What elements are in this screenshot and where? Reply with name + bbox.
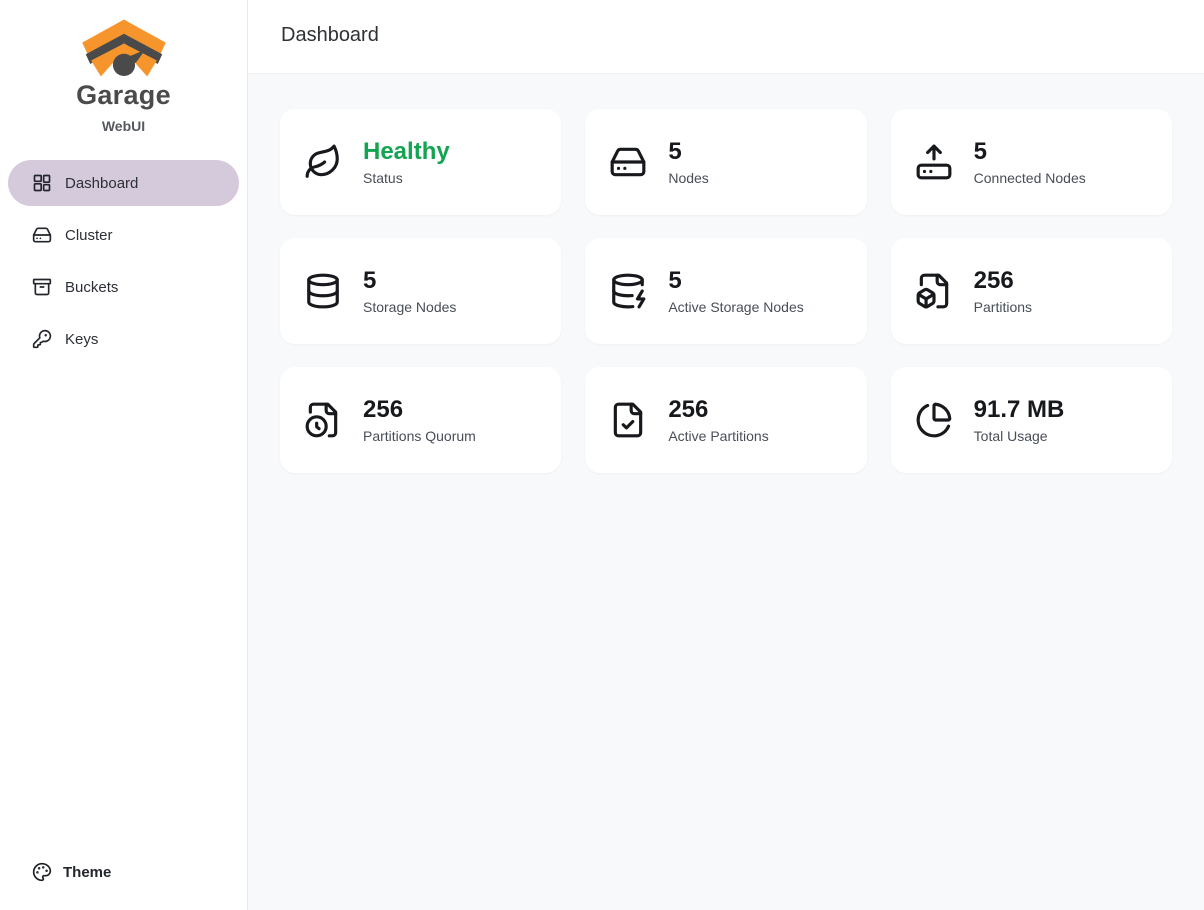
- stat-card-partitions-quorum: 256 Partitions Quorum: [280, 367, 561, 473]
- stat-value: 5: [668, 267, 803, 295]
- stat-value: 256: [668, 396, 768, 424]
- stat-label: Partitions: [974, 299, 1032, 315]
- stat-card-storage-nodes: 5 Storage Nodes: [280, 238, 561, 344]
- sidebar-item-keys[interactable]: Keys: [8, 316, 239, 362]
- main-area: Dashboard Healthy Status: [248, 0, 1204, 910]
- brand-title: Garage: [8, 80, 239, 111]
- archive-icon: [32, 277, 52, 297]
- stat-card-nodes: 5 Nodes: [585, 109, 866, 215]
- stats-grid: Healthy Status 5 Nodes: [280, 109, 1172, 473]
- stat-value: 5: [668, 138, 708, 166]
- topbar: Dashboard: [248, 0, 1204, 74]
- stat-card-partitions: 256 Partitions: [891, 238, 1172, 344]
- stat-value: 5: [974, 138, 1086, 166]
- brand-subtitle: WebUI: [8, 118, 239, 134]
- stat-card-active-storage-nodes: 5 Active Storage Nodes: [585, 238, 866, 344]
- sidebar-item-label: Buckets: [65, 279, 118, 296]
- stat-card-total-usage: 91.7 MB Total Usage: [891, 367, 1172, 473]
- stat-label: Active Partitions: [668, 428, 768, 444]
- stat-card-active-partitions: 256 Active Partitions: [585, 367, 866, 473]
- sidebar-item-cluster[interactable]: Cluster: [8, 212, 239, 258]
- sidebar-item-buckets[interactable]: Buckets: [8, 264, 239, 310]
- garage-logo-icon: [76, 16, 172, 80]
- hard-drive-icon: [609, 143, 647, 181]
- sidebar-item-label: Cluster: [65, 227, 113, 244]
- database-zap-icon: [609, 272, 647, 310]
- palette-icon: [32, 862, 52, 882]
- page-title: Dashboard: [281, 24, 1171, 47]
- dashboard-content: Healthy Status 5 Nodes: [248, 74, 1204, 508]
- theme-button[interactable]: Theme: [8, 852, 239, 892]
- stat-label: Total Usage: [974, 428, 1065, 444]
- stat-value: 91.7 MB: [974, 396, 1065, 424]
- stat-label: Storage Nodes: [363, 299, 456, 315]
- sidebar-nav: Dashboard Cluster Buckets: [8, 160, 239, 362]
- dashboard-icon: [32, 173, 52, 193]
- key-icon: [32, 329, 52, 349]
- stat-label: Nodes: [668, 170, 708, 186]
- hard-drive-upload-icon: [915, 143, 953, 181]
- stat-value: 256: [363, 396, 476, 424]
- file-box-icon: [915, 272, 953, 310]
- stat-label: Partitions Quorum: [363, 428, 476, 444]
- stat-label: Connected Nodes: [974, 170, 1086, 186]
- sidebar-item-label: Dashboard: [65, 175, 138, 192]
- stat-value: 256: [974, 267, 1032, 295]
- brand: Garage WebUI: [8, 14, 239, 134]
- sidebar-footer: Theme: [8, 852, 239, 892]
- stat-card-connected-nodes: 5 Connected Nodes: [891, 109, 1172, 215]
- file-check-icon: [609, 401, 647, 439]
- stat-card-status: Healthy Status: [280, 109, 561, 215]
- sidebar-item-dashboard[interactable]: Dashboard: [8, 160, 239, 206]
- stat-label: Active Storage Nodes: [668, 299, 803, 315]
- sidebar: Garage WebUI Dashboard: [0, 0, 248, 910]
- file-clock-icon: [304, 401, 342, 439]
- stat-label: Status: [363, 170, 450, 186]
- database-icon: [304, 272, 342, 310]
- pie-chart-icon: [915, 401, 953, 439]
- sidebar-item-label: Keys: [65, 331, 98, 348]
- stat-value: 5: [363, 267, 456, 295]
- hard-drive-icon: [32, 225, 52, 245]
- leaf-icon: [304, 143, 342, 181]
- stat-value: Healthy: [363, 138, 450, 166]
- theme-button-label: Theme: [63, 864, 111, 881]
